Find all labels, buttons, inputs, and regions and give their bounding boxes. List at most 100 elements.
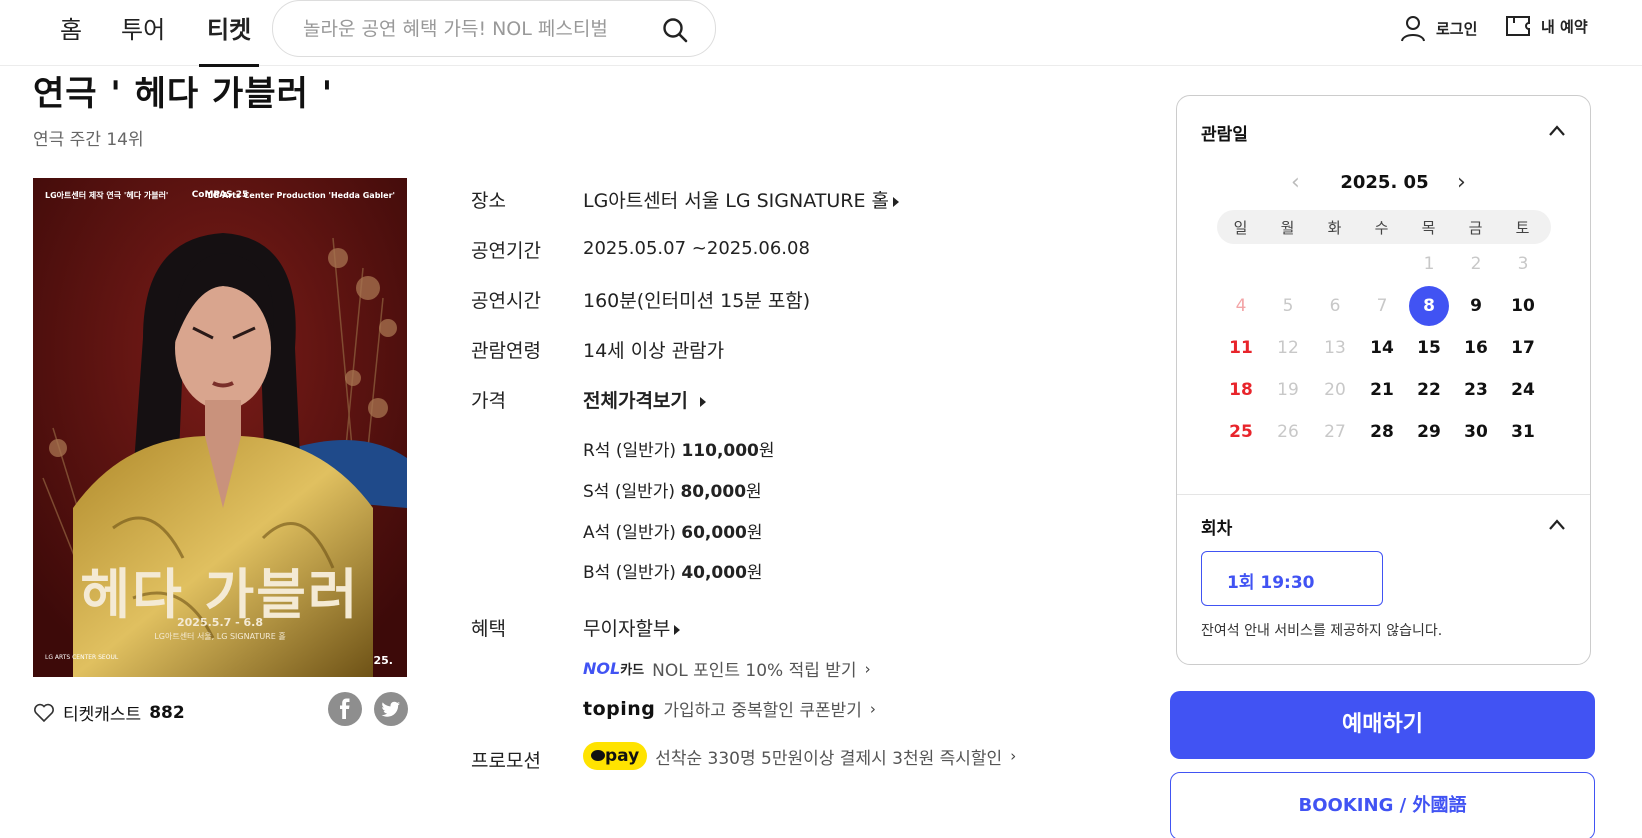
page-title: 연극 ' 헤다 가블러 ': [33, 74, 334, 114]
promo-label: 프로모션: [471, 750, 541, 772]
search-input[interactable]: [303, 14, 643, 44]
kakaopay-logo: pay: [583, 742, 648, 770]
calendar-day: 2: [1470, 254, 1482, 274]
period-label: 공연기간: [471, 240, 541, 262]
calendar-day: 3: [1517, 254, 1529, 274]
nol-card-benefit[interactable]: NOL카드 NOL 포인트 10% 적립 받기 ›: [583, 656, 871, 681]
tab-home[interactable]: 홈: [60, 10, 82, 66]
poster-badge: 25.: [373, 654, 394, 667]
ticketcast-count: 882: [149, 702, 185, 723]
nol-benefit-text: NOL 포인트 10% 적립 받기: [652, 661, 857, 681]
calendar-day[interactable]: 14: [1362, 328, 1402, 368]
nol-card-logo: NOL카드: [583, 659, 644, 678]
calendar-day[interactable]: 18: [1221, 370, 1261, 410]
chevron-right-icon: ›: [864, 659, 871, 678]
calendar-day[interactable]: 25: [1221, 412, 1261, 452]
weekday-label: 화: [1327, 219, 1342, 237]
calendar-day[interactable]: 17: [1503, 328, 1543, 368]
price-row: B석 (일반가) 40,000원: [583, 558, 763, 583]
heart-icon: [34, 703, 54, 722]
calendar-day[interactable]: 11: [1221, 328, 1261, 368]
booking-foreign-button[interactable]: BOOKING / 外國語: [1170, 772, 1595, 838]
tab-ticket[interactable]: 티켓: [198, 10, 260, 67]
calendar-day: 26: [1277, 422, 1299, 442]
benefit-value: 무이자할부: [583, 618, 671, 640]
login-label: 로그인: [1436, 19, 1478, 38]
ticketcast-button[interactable]: 티켓캐스트 882: [33, 700, 185, 725]
runtime-label: 공연시간: [471, 290, 541, 312]
booking-panel: 관람일 ‹ 2025. 05 › 일 월 화 수 목 금 토 123456789…: [1176, 95, 1591, 665]
price-unit: 원: [746, 482, 762, 502]
chevron-up-icon[interactable]: [1548, 122, 1566, 140]
weekday-label: 월: [1280, 219, 1295, 237]
toping-benefit-text: 가입하고 중복할인 쿠폰받기: [663, 701, 862, 721]
calendar-day[interactable]: 16: [1456, 328, 1496, 368]
calendar-day[interactable]: 9: [1456, 286, 1496, 326]
chevron-up-icon[interactable]: [1548, 516, 1566, 534]
benefit-label: 혜택: [471, 618, 506, 640]
nol-card-text: 카드: [620, 663, 645, 678]
calendar-day[interactable]: 8: [1409, 286, 1449, 326]
calendar-day[interactable]: 31: [1503, 412, 1543, 452]
date-section-title: 관람일: [1201, 125, 1248, 145]
search-bar: [272, 0, 716, 57]
twitter-share-button[interactable]: [374, 692, 408, 726]
ticket-icon: [1506, 16, 1530, 36]
poster-venue: LG아트센터 서울, LG SIGNATURE 홀: [154, 632, 286, 641]
next-month-button[interactable]: ›: [1457, 170, 1466, 195]
caret-right-icon: [674, 624, 681, 635]
session-section-title: 회차: [1201, 519, 1233, 539]
login-link[interactable]: 로그인: [1400, 14, 1477, 42]
seat-grade: B석 (일반가): [583, 563, 676, 583]
calendar-day: 5: [1282, 296, 1294, 316]
price-label: 가격: [471, 390, 506, 412]
toping-benefit[interactable]: toping 가입하고 중복할인 쿠폰받기 ›: [583, 696, 876, 722]
weekday-label: 금: [1468, 219, 1483, 237]
poster-production-en: LG Arts Center Production 'Hedda Gabler': [207, 191, 395, 200]
calendar-day[interactable]: 15: [1409, 328, 1449, 368]
session-slot[interactable]: 1회 19:30: [1201, 551, 1383, 606]
calendar-day[interactable]: 28: [1362, 412, 1402, 452]
calendar-day[interactable]: 30: [1456, 412, 1496, 452]
weekday-label: 수: [1374, 219, 1389, 237]
calendar-day[interactable]: 29: [1409, 412, 1449, 452]
venue-label: 장소: [471, 190, 506, 212]
poster-image: LG아트센터 제작 연극 '헤다 가블러' CoMPAS 25 LG Arts …: [33, 178, 407, 677]
top-nav: 홈 투어 티켓 로그인 내 예약: [0, 0, 1642, 67]
weekday-label: 토: [1515, 219, 1530, 237]
my-booking-label: 내 예약: [1541, 17, 1588, 36]
ticketcast-bar: 티켓캐스트 882: [33, 692, 409, 732]
benefit-link[interactable]: 무이자할부: [583, 614, 681, 641]
calendar-day[interactable]: 22: [1409, 370, 1449, 410]
price-all-link[interactable]: 전체가격보기: [583, 386, 706, 413]
kakaopay-promo[interactable]: pay 선착순 330명 5만원이상 결제시 3천원 즉시할인 ›: [583, 742, 1016, 770]
calendar-day[interactable]: 23: [1456, 370, 1496, 410]
weekday-header: 일 월 화 수 목 금 토: [1217, 210, 1551, 244]
book-button[interactable]: 예매하기: [1170, 691, 1595, 759]
price-unit: 원: [746, 523, 763, 543]
my-booking-link[interactable]: 내 예약: [1505, 14, 1588, 38]
price-amount: 60,000: [681, 523, 747, 543]
facebook-share-button[interactable]: [328, 692, 362, 726]
price-unit: 원: [746, 563, 763, 583]
search-icon[interactable]: [661, 16, 689, 44]
tab-tour[interactable]: 투어: [121, 10, 165, 66]
price-row: S석 (일반가) 80,000원: [583, 477, 762, 502]
price-amount: 40,000: [681, 563, 747, 583]
weekday-label: 목: [1421, 219, 1436, 237]
price-amount: 80,000: [680, 482, 747, 502]
calendar-day: 12: [1277, 338, 1299, 358]
seat-notice: 잔여석 안내 서비스를 제공하지 않습니다.: [1201, 623, 1443, 639]
poster-date: 2025.5.7 - 6.8: [177, 616, 263, 629]
facebook-icon: [340, 698, 350, 719]
toping-logo: toping: [583, 697, 656, 720]
calendar-day: 6: [1329, 296, 1341, 316]
calendar-day[interactable]: 24: [1503, 370, 1543, 410]
venue-link[interactable]: LG아트센터 서울 LG SIGNATURE 홀: [583, 186, 899, 213]
calendar-day[interactable]: 21: [1362, 370, 1402, 410]
calendar-day[interactable]: 10: [1503, 286, 1543, 326]
calendar-day: 20: [1324, 380, 1346, 400]
seat-grade: A석 (일반가): [583, 523, 676, 543]
weekly-rank[interactable]: 연극 주간 14위: [33, 125, 144, 150]
speech-bubble-icon: [591, 750, 605, 761]
